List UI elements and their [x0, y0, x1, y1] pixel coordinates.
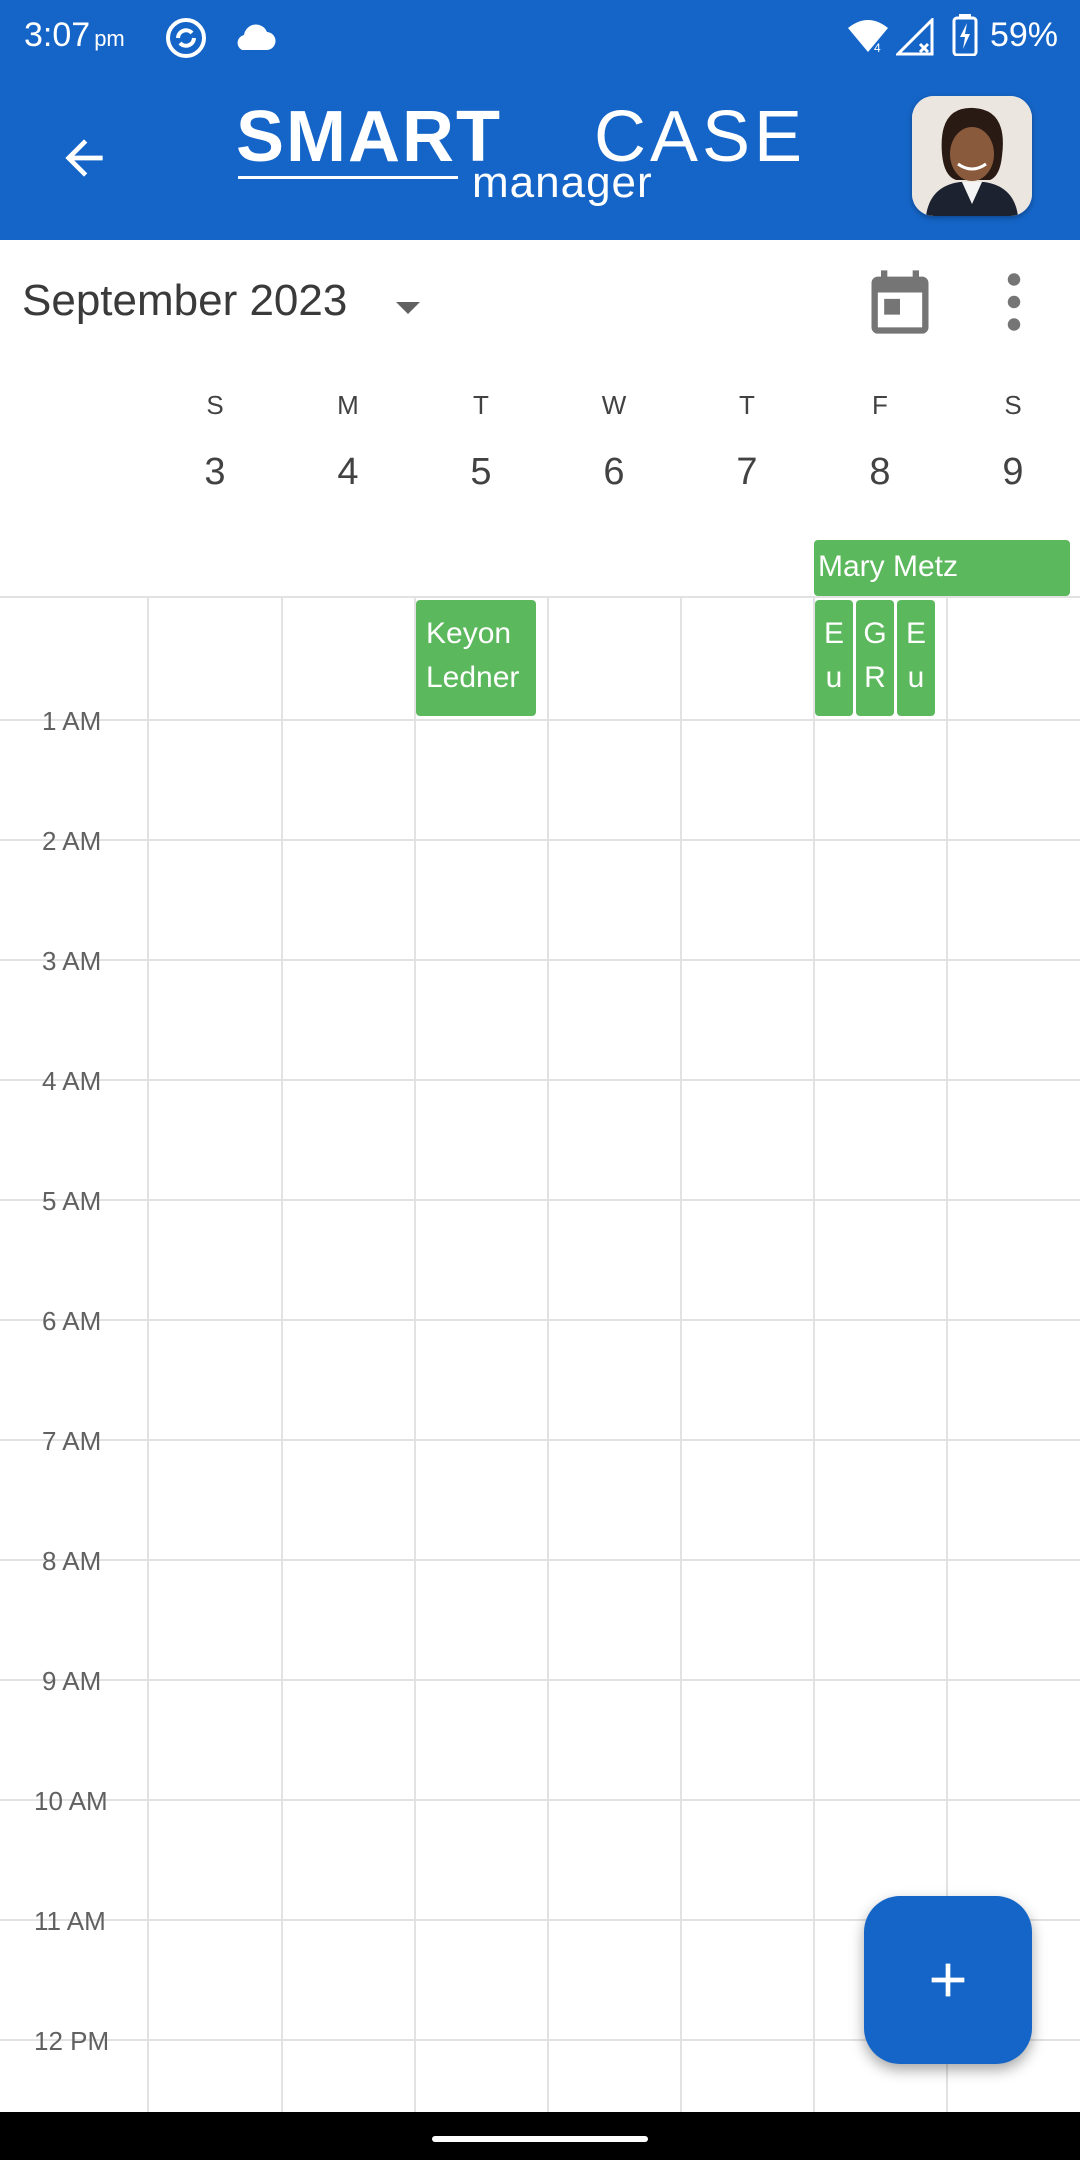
battery-charging-icon	[952, 14, 978, 56]
back-button[interactable]	[46, 120, 122, 196]
day-number: 9	[1002, 451, 1024, 493]
avatar-photo	[912, 96, 1032, 216]
day-header-thu[interactable]: T 7	[680, 390, 814, 494]
day-header-wed[interactable]: W 6	[547, 390, 681, 494]
wifi-icon: 4	[848, 20, 888, 54]
hour-line	[0, 839, 1080, 841]
battery-percent: 59%	[989, 16, 1058, 54]
hour-line	[0, 1319, 1080, 1321]
day-of-week: W	[601, 390, 627, 420]
day-number: 4	[337, 451, 359, 493]
hour-line	[0, 719, 1080, 721]
hour-label: 12 PM	[34, 2026, 110, 2056]
grid-column-divider	[147, 596, 149, 2112]
event-title-line: G	[863, 617, 887, 650]
event-title-line: u	[825, 661, 843, 694]
logo-smart-text: SMART	[236, 97, 502, 177]
grid-top-divider	[0, 596, 1080, 598]
calendar-today-icon	[871, 270, 929, 334]
hour-label: 8 AM	[42, 1546, 102, 1576]
week-time-grid[interactable]: 1 AM 2 AM 3 AM 4 AM 5 AM 6 AM 7 AM 8 AM …	[0, 596, 1080, 2112]
event-title-line: Ledner	[426, 661, 520, 694]
svg-text:4: 4	[874, 41, 881, 54]
overflow-menu-button[interactable]	[984, 264, 1044, 340]
event-title-line: R	[864, 661, 886, 694]
app-header: 3:07 pm 4 59% SMART CASE manager	[0, 0, 1080, 240]
smartcase-logo: SMART CASE manager	[236, 96, 836, 216]
arrow-left-icon	[65, 139, 103, 177]
day-of-week: S	[206, 390, 224, 420]
day-of-week: F	[872, 390, 888, 420]
day-number: 8	[869, 451, 891, 493]
event-fri-b[interactable]: G R	[856, 600, 894, 716]
logo-manager-text: manager	[472, 158, 653, 207]
hour-label: 3 AM	[42, 946, 102, 976]
grid-column-divider	[680, 596, 682, 2112]
month-selector[interactable]: September 2023	[22, 276, 347, 326]
today-button[interactable]	[862, 264, 938, 340]
hour-line	[0, 1679, 1080, 1681]
day-of-week: M	[337, 390, 359, 420]
status-bar: 3:07 pm 4 59%	[0, 0, 1080, 74]
day-header-tue[interactable]: T 5	[414, 390, 548, 494]
hour-label: 4 AM	[42, 1066, 102, 1096]
hour-label: 7 AM	[42, 1426, 102, 1456]
month-header: September 2023	[0, 240, 1080, 360]
hour-label: 5 AM	[42, 1186, 102, 1216]
day-header-sun[interactable]: S 3	[148, 390, 282, 494]
hour-line	[0, 1079, 1080, 1081]
grid-column-divider	[281, 596, 283, 2112]
add-event-button[interactable]	[864, 1896, 1032, 2064]
hour-label: 6 AM	[42, 1306, 102, 1336]
hour-line	[0, 1199, 1080, 1201]
day-number: 6	[603, 451, 625, 493]
day-number: 5	[470, 451, 492, 493]
event-title-line: E	[905, 617, 926, 650]
user-avatar[interactable]	[912, 96, 1032, 216]
event-fri-c[interactable]: E u	[897, 600, 935, 716]
day-of-week: S	[1004, 390, 1022, 420]
day-of-week: T	[473, 390, 489, 420]
sync-app-icon	[166, 18, 206, 58]
event-title-line: E	[823, 617, 844, 650]
hour-label: 1 AM	[42, 706, 102, 736]
logo-underline	[238, 176, 458, 179]
hour-label: 2 AM	[42, 826, 102, 856]
hour-label: 10 AM	[34, 1786, 108, 1816]
event-fri-a[interactable]: E u	[815, 600, 853, 716]
status-time-value: 3:07	[24, 16, 91, 54]
event-title-line: Keyon	[426, 617, 512, 650]
hour-line	[0, 1799, 1080, 1801]
caret-down-icon[interactable]	[396, 302, 420, 316]
hour-line	[0, 1559, 1080, 1561]
hour-label: 9 AM	[42, 1666, 102, 1696]
gesture-handle[interactable]	[432, 2136, 648, 2142]
hour-line	[0, 1439, 1080, 1441]
status-time: 3:07 pm	[24, 16, 125, 55]
hour-label: 11 AM	[34, 1906, 106, 1936]
cell-signal-icon	[896, 18, 934, 56]
hour-line	[0, 959, 1080, 961]
all-day-event-mary-metz[interactable]: Mary Metz	[814, 540, 1070, 596]
grid-column-divider	[414, 596, 416, 2112]
day-number: 3	[204, 451, 226, 493]
cloud-icon	[237, 24, 276, 51]
grid-column-divider	[547, 596, 549, 2112]
more-vert-icon	[1007, 273, 1021, 331]
day-of-week: T	[739, 390, 755, 420]
day-header-mon[interactable]: M 4	[281, 390, 415, 494]
day-header-fri[interactable]: F 8	[813, 390, 947, 494]
day-number: 7	[736, 451, 758, 493]
grid-column-divider	[946, 596, 948, 2112]
event-keyon-ledner[interactable]: Keyon Ledner	[416, 600, 536, 716]
event-title-line: u	[907, 661, 925, 694]
grid-column-divider	[813, 596, 815, 2112]
status-ampm: pm	[94, 26, 125, 51]
day-header-sat[interactable]: S 9	[946, 390, 1080, 494]
plus-icon	[931, 1963, 965, 1997]
